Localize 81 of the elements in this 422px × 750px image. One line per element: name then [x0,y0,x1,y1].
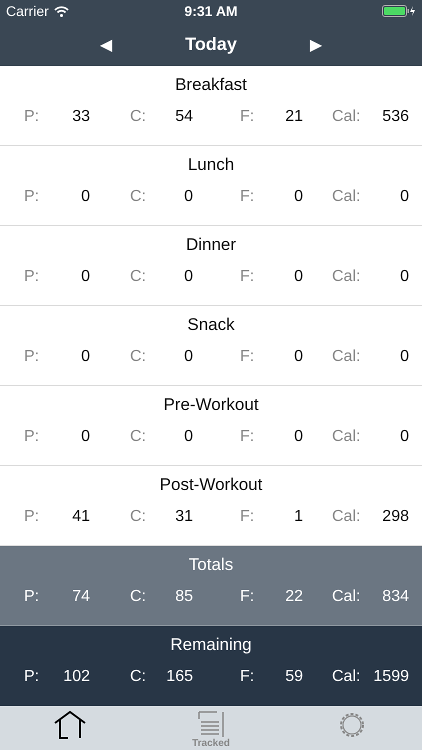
home-icon [53,710,88,740]
section-title: Pre-Workout [163,395,259,415]
macro-value: 0 [81,428,90,446]
macro-value: 33 [72,108,90,126]
macro-value: 0 [81,268,90,286]
macro-value: 0 [294,348,303,366]
macro-label: P: [24,668,40,686]
macro-label: C: [130,508,146,526]
macro-value: 834 [382,588,409,606]
carrier-label: Carrier [6,3,49,19]
next-day-button[interactable]: ▶ [296,34,336,54]
macro-label: F: [240,108,254,126]
macro-value: 85 [175,588,193,606]
macro-label: Cal: [332,508,360,526]
macro-value: 0 [400,428,409,446]
macro-label: F: [240,588,254,606]
macro-value: 0 [184,188,193,206]
macro-label: P: [24,188,40,206]
macro-label: Cal: [332,588,360,606]
macro-value: 0 [294,428,303,446]
list-icon [197,710,225,738]
macro-label: P: [24,348,40,366]
macro-value: 0 [400,268,409,286]
macro-value: 0 [184,428,193,446]
macro-label: Cal: [332,108,360,126]
macro-label: Cal: [332,348,360,366]
macro-label: C: [130,348,146,366]
macro-label: P: [24,108,40,126]
clock-time: 9:31 AM [184,3,238,19]
macro-value: 0 [294,188,303,206]
macro-label: P: [24,588,40,606]
macro-value: 0 [81,348,90,366]
macro-label: P: [24,428,40,446]
macro-value: 0 [400,348,409,366]
macro-value: 298 [382,508,409,526]
macro-value: 0 [81,188,90,206]
macro-label: C: [130,668,146,686]
macro-label: C: [130,108,146,126]
macro-label: Cal: [332,668,360,686]
macro-value: 31 [175,508,193,526]
section-title: Remaining [170,635,252,655]
battery-icon [382,5,416,17]
previous-day-button[interactable]: ◀ [86,34,126,54]
macro-label: F: [240,188,254,206]
macro-label: Cal: [332,428,360,446]
macro-label: P: [24,508,40,526]
macro-label: F: [240,668,254,686]
macro-value: 1 [294,508,303,526]
macro-value: 0 [294,268,303,286]
section-title: Lunch [188,155,234,175]
macro-value: 102 [63,668,90,686]
macro-label: F: [240,428,254,446]
macro-label: C: [130,588,146,606]
macro-value: 74 [72,588,90,606]
macro-value: 22 [285,588,303,606]
macro-label: C: [130,268,146,286]
macro-value: 0 [184,268,193,286]
section-title: Snack [187,315,235,335]
macro-label: F: [240,268,254,286]
section-title: Post-Workout [160,475,262,495]
macro-value: 1599 [373,668,409,686]
day-title: Today [184,34,238,54]
macro-label: Cal: [332,188,360,206]
macro-value: 59 [285,668,303,686]
macro-value: 54 [175,108,193,126]
section-title: Dinner [186,235,236,255]
macro-value: 0 [184,348,193,366]
macro-value: 536 [382,108,409,126]
macro-label: C: [130,428,146,446]
macro-label: C: [130,188,146,206]
wifi-icon [54,6,69,16]
macro-label: Cal: [332,268,360,286]
macro-value: 165 [166,668,193,686]
macro-label: F: [240,508,254,526]
macro-label: F: [240,348,254,366]
section-title: Breakfast [175,75,247,95]
macro-value: 21 [285,108,303,126]
section-title: Totals [188,555,234,575]
macro-label: P: [24,268,40,286]
macro-value: 41 [72,508,90,526]
macro-value: 0 [400,188,409,206]
